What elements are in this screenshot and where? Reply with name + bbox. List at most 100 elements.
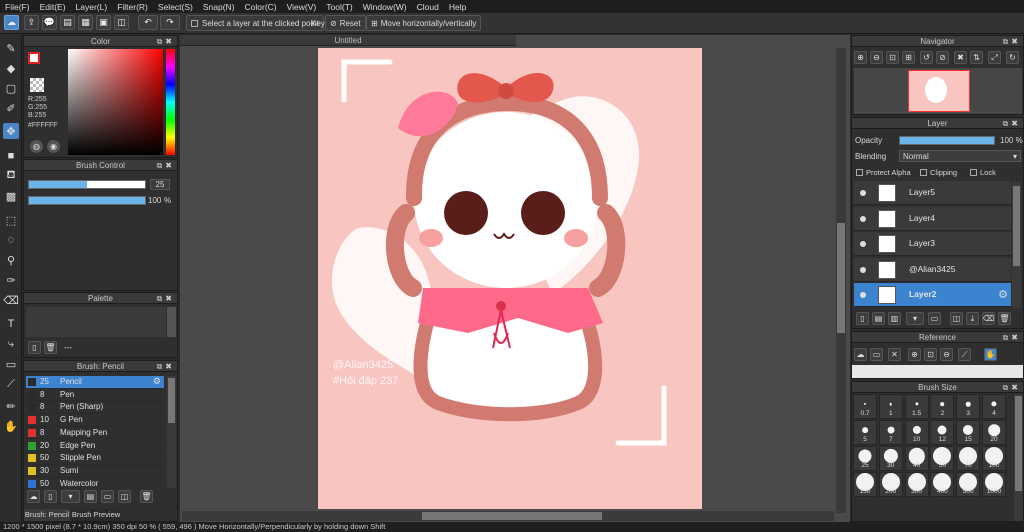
canvas-horizontal-scrollbar[interactable] (182, 511, 834, 521)
brush-item[interactable]: 25 Pencil ⚙ (26, 376, 164, 389)
layer-scrollbar[interactable] (1012, 182, 1021, 308)
layer-row[interactable]: Layer4 (854, 206, 1011, 231)
menu-item-4[interactable]: Select(S) (153, 2, 198, 12)
brush-size-cell[interactable]: 25 (853, 446, 877, 471)
hue-slider[interactable] (166, 49, 175, 155)
layer-row[interactable]: Layer5 (854, 181, 1011, 205)
menu-item-1[interactable]: Edit(E) (35, 2, 71, 12)
canvas-vertical-scrollbar[interactable] (836, 48, 846, 513)
delete-palette-icon[interactable]: 🗑 (44, 341, 57, 354)
clipping-checkbox[interactable]: Clipping (920, 168, 957, 177)
panel-controls-icon[interactable]: ⧉✖ (1003, 36, 1021, 47)
flip-icon[interactable]: ✖ (954, 51, 967, 64)
duplicate-layer-icon[interactable]: ◫ (950, 312, 963, 325)
bucket-icon[interactable]: ⛾ (3, 168, 19, 184)
rotate-reset-icon[interactable]: ⊘ (936, 51, 949, 64)
brush-size-cell[interactable]: 12 (930, 420, 955, 445)
visibility-icon[interactable] (860, 215, 866, 222)
brush-copy-icon[interactable]: ▤ (84, 490, 97, 503)
brush-size-cell[interactable]: 0.7 (853, 394, 877, 419)
brush-item[interactable]: 10 G Pen (26, 414, 164, 427)
foreground-color-swatch[interactable] (28, 52, 40, 64)
reset-view-icon[interactable]: ↻ (1006, 51, 1019, 64)
select-rect-icon[interactable]: ⬚ (3, 212, 19, 228)
operation-icon[interactable]: ⤷ (3, 336, 19, 352)
zoom-fit-icon[interactable]: ⊡ (886, 51, 899, 64)
brush-icon[interactable]: ✎ (3, 40, 19, 56)
brush-size-cell[interactable]: 1.5 (904, 394, 929, 419)
new-layer-1bit-icon[interactable]: ▥ (888, 312, 901, 325)
brush-size-scrollbar[interactable] (1014, 394, 1023, 521)
canvas-paper[interactable]: @Alian3425 #Hỏi đáp 237 (318, 48, 702, 509)
brush-size-cell[interactable]: 300 (904, 472, 929, 497)
brush-item[interactable]: 8 Mapping Pen (26, 427, 164, 440)
picker-icon[interactable]: ✏ (3, 398, 19, 414)
pen-icon[interactable]: ✐ (3, 100, 19, 116)
rectangle-icon[interactable]: ▢ (3, 80, 19, 96)
blending-select[interactable]: Normal ▾ (899, 150, 1021, 162)
brush-delete-icon[interactable]: 🗑 (140, 490, 153, 503)
divide-icon[interactable]: ▭ (3, 356, 19, 372)
new-layer-8bit-icon[interactable]: ▤ (872, 312, 885, 325)
scrollbar-thumb[interactable] (422, 512, 602, 520)
brush-size-cell[interactable]: 40 (904, 446, 929, 471)
fullscreen-icon[interactable]: ⤢ (988, 51, 1001, 64)
brush-size-cell[interactable]: 100 (982, 446, 1006, 471)
tab-brush-preview[interactable]: Brush Preview (71, 509, 121, 521)
brush-size-cell[interactable]: 3 (956, 394, 981, 419)
fill-rect-icon[interactable]: ■ (3, 148, 19, 164)
hand-icon[interactable]: ✋ (3, 418, 19, 434)
visibility-icon[interactable] (860, 190, 866, 196)
scrollbar-thumb[interactable] (1013, 186, 1020, 266)
visibility-icon[interactable] (860, 266, 866, 273)
grid-icon[interactable]: ▦ (78, 15, 93, 30)
brush-size-cell[interactable]: 400 (930, 472, 955, 497)
menu-item-8[interactable]: Tool(T) (321, 2, 357, 12)
reference-hand-icon[interactable]: ✋ (984, 348, 997, 361)
brush-item[interactable]: 30 Sumi (26, 465, 164, 478)
menu-item-5[interactable]: Snap(N) (198, 2, 240, 12)
reference-eyedropper-icon[interactable]: ⟋ (958, 348, 971, 361)
merge-layer-icon[interactable]: ⤓ (966, 312, 979, 325)
reset-button[interactable]: ⊘ Reset (325, 15, 366, 31)
brush-size-slider[interactable] (28, 180, 146, 189)
brush-size-cell[interactable]: 1000 (982, 472, 1006, 497)
brush-item[interactable]: 20 Edge Pen (26, 440, 164, 453)
brush-opacity-slider[interactable] (28, 196, 146, 205)
layer-folder-icon[interactable]: ▭ (928, 312, 941, 325)
image-icon[interactable]: ▣ (96, 15, 111, 30)
brush-size-cell[interactable]: 20 (982, 420, 1006, 445)
panel-controls-icon[interactable]: ⧉✖ (157, 361, 175, 372)
layer-dropdown-icon[interactable]: ▾ (906, 312, 924, 325)
reference-canvas[interactable] (852, 365, 1023, 378)
layer-row[interactable]: Layer2 ⚙ (854, 283, 1011, 307)
panel-controls-icon[interactable]: ⧉✖ (157, 36, 175, 47)
visibility-icon[interactable] (860, 292, 866, 298)
brush-size-cell[interactable]: 5 (853, 420, 877, 445)
reference-zoom-out-icon[interactable]: ⊖ (940, 348, 953, 361)
menu-item-3[interactable]: Filter(R) (112, 2, 153, 12)
move-tool-icon[interactable]: ✥ (3, 123, 19, 139)
panel-controls-icon[interactable]: ⧉✖ (157, 293, 175, 304)
magic-wand-icon[interactable]: ⚲ (3, 252, 19, 268)
panel-controls-icon[interactable]: ⧉✖ (1003, 118, 1021, 129)
brush-item[interactable]: 8 Pen (Sharp) (26, 401, 164, 415)
brush-size-cell[interactable]: 50 (930, 446, 955, 471)
menu-item-11[interactable]: Help (444, 2, 471, 12)
move-hv-button[interactable]: ⊞ Move horizontally/vertically (366, 15, 482, 31)
rotate-left-icon[interactable]: ↺ (920, 51, 933, 64)
reference-close-icon[interactable]: ✕ (888, 348, 901, 361)
lock-checkbox[interactable]: Lock (970, 168, 996, 177)
brush-size-cell[interactable]: 70 (956, 446, 981, 471)
panel-controls-icon[interactable]: ⧉✖ (157, 160, 175, 171)
reference-zoom-in-icon[interactable]: ⊕ (908, 348, 921, 361)
visibility-icon[interactable] (860, 241, 866, 247)
zoom-out-icon[interactable]: ⊖ (870, 51, 883, 64)
document-tab[interactable]: Untitled (180, 35, 516, 46)
undo-icon[interactable]: ↶ (138, 15, 158, 30)
speech-icon[interactable]: 💬 (42, 15, 57, 30)
brush-item[interactable]: 50 Stipple Pen (26, 452, 164, 465)
menu-item-2[interactable]: Layer(L) (71, 2, 113, 12)
saturation-value-picker[interactable] (68, 49, 163, 155)
brush-list-scrollbar[interactable] (167, 376, 176, 488)
